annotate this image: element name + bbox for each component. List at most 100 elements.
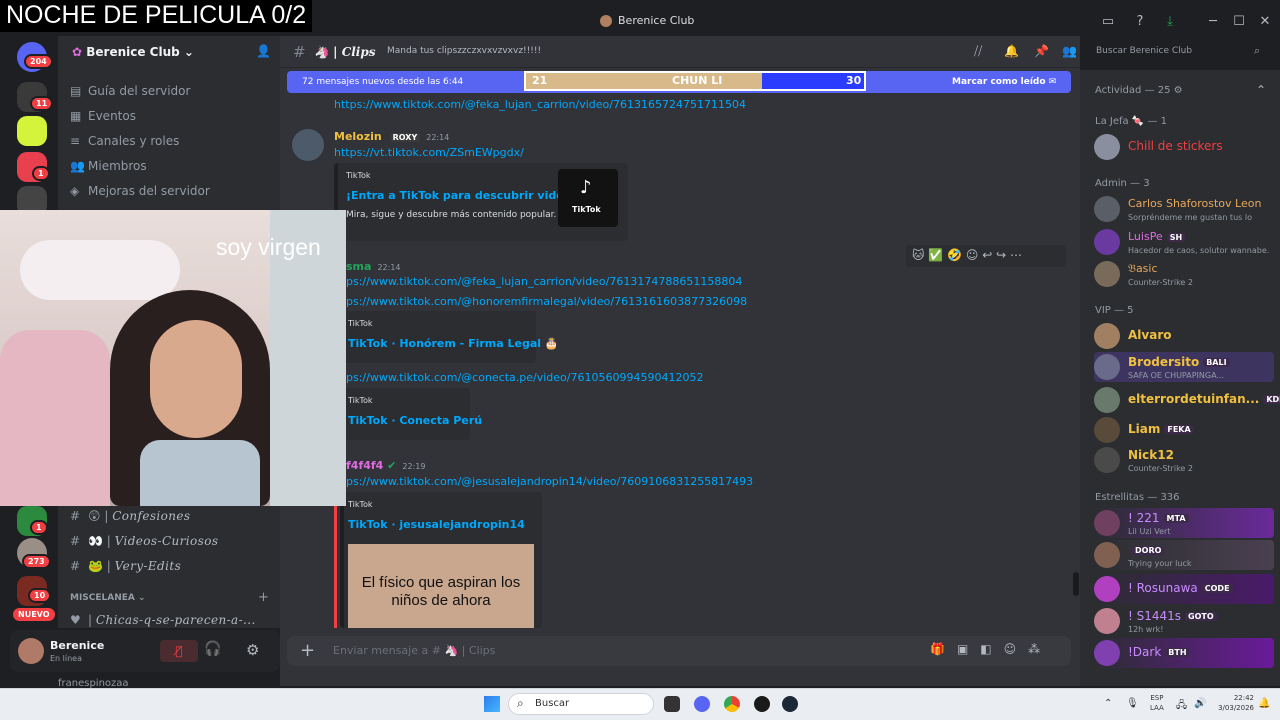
avatar[interactable] — [292, 129, 324, 161]
pin-icon[interactable]: 📌 — [1034, 44, 1049, 58]
score-overlay: 21 CHUN LI 30 — [524, 71, 866, 91]
member-item[interactable]: Brodersito BALI SAFA OE CHUPAPINGA... — [1094, 352, 1274, 382]
message-actions-toolbar[interactable]: 🐱 ✅ 🤣 ☺ ↩ ↪ ⋯ — [906, 245, 1066, 267]
steam-icon[interactable] — [782, 696, 798, 712]
obs-icon[interactable] — [754, 696, 770, 712]
discord-icon[interactable] — [694, 696, 710, 712]
server-name-button[interactable]: ✿ Berenice Club ⌄ — [72, 45, 194, 59]
attach-plus-icon[interactable]: + — [300, 640, 315, 661]
embed-title-link[interactable]: TikTok · Honórem - Firma Legal 🎂 — [348, 337, 559, 350]
stream-title: NOCHE DE PELICULA 0/2 — [0, 0, 313, 32]
message-link[interactable]: ps://www.tiktok.com/@conecta.pe/video/76… — [346, 371, 703, 384]
sticker-icon: ◧ — [980, 642, 1004, 656]
server-boost-link[interactable]: ◈ Mejoras del servidor — [70, 184, 210, 198]
member-item[interactable]: DORO Trying your luck — [1094, 540, 1274, 570]
download-icon[interactable]: ⤓ — [1160, 12, 1180, 32]
settings-gear-icon[interactable]: ⚙ — [246, 641, 259, 659]
laugh-reaction-icon: 🤣 — [947, 248, 963, 262]
microphone-icon[interactable]: 🎙 — [1126, 698, 1139, 709]
message-link[interactable]: ps://www.tiktok.com/@jesusalejandropin14… — [346, 475, 753, 488]
channels-roles-link[interactable]: ≡ Canales y roles — [70, 134, 179, 148]
member-list-icon[interactable]: 👥 — [1062, 44, 1077, 58]
notifications-bell-icon[interactable]: 🔔 — [1258, 698, 1270, 709]
close-button[interactable]: ✕ — [1255, 12, 1275, 32]
message-author[interactable]: sma 22:14 — [346, 260, 401, 273]
channel-videos-curiosos[interactable]: # 👀 | Videos-Curiosos — [70, 534, 218, 548]
member-item[interactable]: Carlos Shaforostov Leon Sorpréndeme me gu… — [1094, 194, 1274, 224]
volume-icon[interactable]: 🔊 — [1194, 698, 1206, 709]
windows-start-icon[interactable] — [484, 696, 500, 712]
score-bar-left — [526, 73, 762, 89]
link-embed: TikTok TikTok · Honórem - Firma Legal 🎂 — [340, 311, 559, 363]
channel-confesiones[interactable]: # 😲 | Confesiones — [70, 509, 190, 523]
embed-thumbnail[interactable]: El físico que aspiran los niños de ahora — [348, 544, 534, 628]
composer-tools[interactable]: 🎁▣◧☺⁂ — [930, 642, 1052, 656]
notification-bell-icon[interactable]: 🔔 — [1004, 44, 1019, 58]
inbox-icon[interactable]: ▭ — [1098, 12, 1118, 32]
members-link[interactable]: 👥 Miembros — [70, 159, 147, 173]
embed-title-link[interactable]: TikTok · jesusalejandropin14 — [348, 518, 525, 531]
list-icon: ≡ — [70, 134, 81, 148]
server-icon[interactable] — [17, 116, 47, 146]
task-view-icon[interactable] — [664, 696, 680, 712]
chat-scrollbar[interactable] — [1073, 572, 1079, 596]
headset-icon[interactable]: 🎧 — [204, 641, 221, 657]
message-link[interactable]: ps://www.tiktok.com/@honoremfirmalegal/v… — [346, 295, 747, 308]
avatar — [1094, 542, 1120, 568]
member-item[interactable]: ! 221 MTA Lil Uzi Vert — [1094, 508, 1274, 538]
member-item[interactable]: 𝔅asic Counter-Strike 2 — [1094, 259, 1274, 289]
search-input[interactable]: Buscar Berenice Club ⌕ — [1090, 42, 1270, 62]
add-channel-icon[interactable]: + — [258, 590, 269, 605]
chrome-icon[interactable] — [724, 696, 740, 712]
mark-as-read-button[interactable]: Marcar como leído ✉ — [952, 77, 1056, 87]
reaction-icon: 🐱 — [912, 248, 925, 262]
show-hidden-icons-chevron[interactable]: ⌃ — [1104, 698, 1112, 709]
avatar — [1094, 417, 1120, 443]
minimize-button[interactable]: ─ — [1203, 12, 1223, 32]
avatar — [1094, 387, 1120, 413]
language-indicator[interactable]: ESP LAA — [1150, 693, 1164, 713]
avatar[interactable] — [18, 638, 44, 664]
invite-icon[interactable]: 👤 — [256, 44, 271, 58]
member-item[interactable]: !Dark BTH — [1094, 638, 1274, 668]
message-link[interactable]: https://www.tiktok.com/@feka_lujan_carri… — [334, 98, 746, 111]
message-link[interactable]: ps://www.tiktok.com/@feka_lujan_carrion/… — [346, 275, 742, 288]
channel-chicas[interactable]: ♥ | Chicas-q-se-parecen-a-... — [70, 613, 256, 627]
network-icon[interactable]: 🖧 — [1176, 698, 1187, 715]
events-link[interactable]: ▦ Eventos — [70, 109, 136, 123]
gif-icon: ▣ — [956, 642, 981, 656]
threads-icon[interactable]: ⧸⧸ — [974, 44, 982, 59]
clock[interactable]: 22:42 3/03/2026 — [1210, 693, 1254, 713]
message-link[interactable]: https://vt.tiktok.com/ZSmEWpgdx/ — [334, 146, 524, 159]
boost-icon: ◈ — [70, 184, 80, 198]
member-group-header: La Jefa 🍬 — 1 — [1095, 116, 1167, 127]
collapse-chevron-icon[interactable]: ⌃ — [1256, 83, 1266, 97]
member-item[interactable]: Nick12 Counter-Strike 2 — [1094, 445, 1274, 475]
category-miscelanea[interactable]: MISCELANEA ⌄ — [70, 593, 146, 603]
maximize-button[interactable]: ☐ — [1229, 12, 1249, 32]
embed-title-link[interactable]: ¡Entra a TikTok para descubrir videos! — [346, 189, 583, 202]
stream-overlay-text: soy virgen — [216, 234, 321, 260]
member-item[interactable]: ! S1441s GOTO 12h wrk! — [1094, 606, 1274, 636]
server-boost-icon: ✿ — [72, 45, 87, 59]
member-group-header: VIP — 5 — [1095, 305, 1134, 316]
channel-very-edits[interactable]: # 🐸 | Very-Edits — [70, 559, 181, 573]
member-item[interactable]: LuisPe SH Hacedor de caos, solutor wannabe… — [1094, 227, 1274, 257]
member-group-header: Estrellitas — 336 — [1095, 492, 1180, 503]
member-item[interactable]: Chill de stickers — [1094, 132, 1274, 162]
server-guide-link[interactable]: ▤ Guía del servidor — [70, 84, 190, 98]
user-name: Berenice — [50, 639, 105, 652]
mute-microphone-button[interactable]: 🎙̸ — [160, 640, 198, 662]
taskbar-search[interactable]: ⌕ Buscar — [508, 693, 654, 715]
member-item[interactable]: Liam FEKA — [1094, 415, 1274, 445]
message-author[interactable]: f4f4f4 ✔ 22:19 — [346, 459, 425, 472]
message-author[interactable]: Melozin ROXY 22:14 — [334, 130, 449, 143]
unread-badge: 1 — [30, 520, 48, 535]
member-item[interactable]: elterrordetuinfan...KDR — [1094, 385, 1280, 415]
help-icon[interactable]: ? — [1130, 12, 1150, 32]
message-input[interactable]: Enviar mensaje a # 🦄 | Clips — [333, 644, 495, 657]
embed-title-link[interactable]: TikTok · Conecta Perú — [348, 414, 482, 427]
member-item[interactable]: ! Rosunawa CODE — [1094, 574, 1274, 604]
activity-header[interactable]: Actividad — 25 ⚙ — [1095, 85, 1183, 96]
member-item[interactable]: Alvaro — [1094, 321, 1274, 351]
